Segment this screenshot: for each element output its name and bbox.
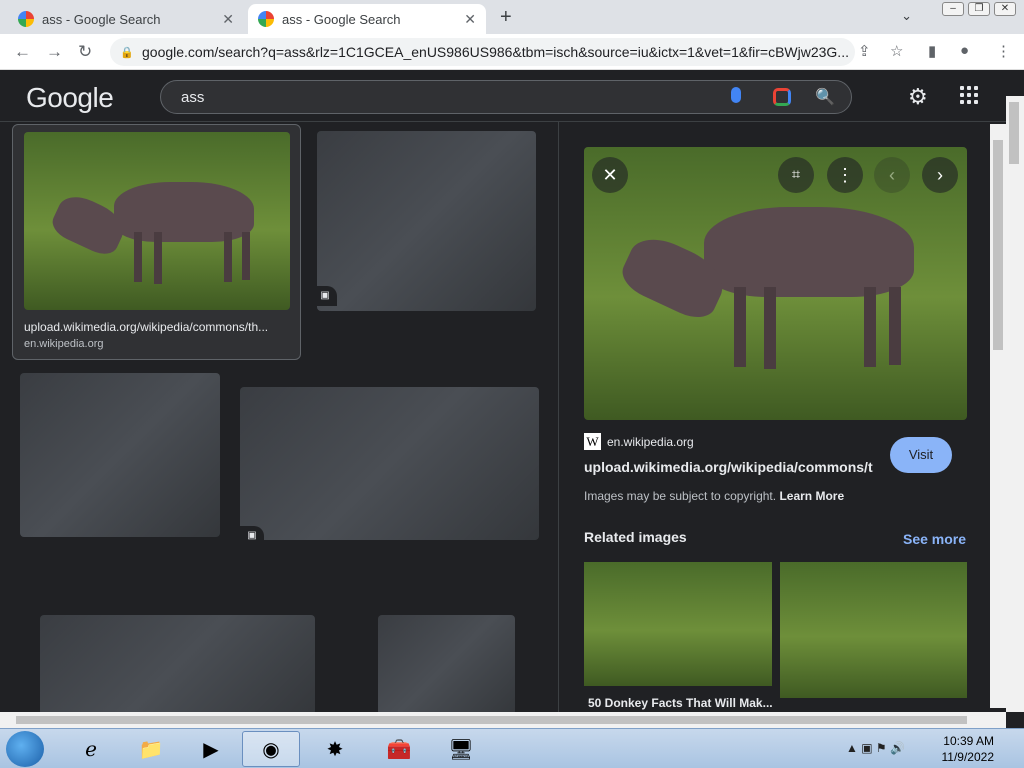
file-explorer-icon[interactable]: 📁 [122, 731, 180, 767]
visit-button[interactable]: Visit [890, 437, 952, 473]
result-caption[interactable]: upload.wikimedia.org/wikipedia/commons/t… [24, 320, 292, 334]
learn-more-link[interactable]: Learn More [779, 489, 844, 503]
toolbox-icon[interactable]: 🧰 [370, 731, 428, 767]
result-source[interactable]: en.wikipedia.org [24, 338, 104, 350]
google-favicon-icon [18, 11, 34, 27]
image-results-grid: upload.wikimedia.org/wikipedia/commons/t… [0, 122, 558, 712]
image-type-badge-icon: ▣ [240, 526, 264, 546]
volume-icon[interactable]: 🔊 [890, 741, 905, 755]
tab-title: ass - Google Search [42, 11, 161, 27]
minimize-icon[interactable]: – [942, 2, 964, 16]
search-input[interactable]: ass [181, 89, 204, 106]
browser-tab-2[interactable]: ass - Google Search ✕ [248, 4, 486, 34]
window-controls: – ❐ ✕ [942, 2, 1016, 16]
related-image-2[interactable] [780, 562, 967, 698]
preview-panel: ✕ ⌗ ⋮ ‹ › W en.wikipedia.org upload.wiki… [558, 122, 990, 712]
gear-icon[interactable]: ⚙ [908, 84, 928, 110]
side-panel-icon[interactable]: ▮ [928, 42, 936, 60]
clock-time: 10:39 AM [943, 734, 994, 748]
windows-taskbar: ℯ 📁 ▶ ◉ ✸ 🧰 🖥 ▲ ▣ ⚑ 🔊 10:39 AM 11/9/2022 [0, 728, 1024, 768]
new-tab-icon[interactable]: + [500, 6, 512, 29]
more-options-icon[interactable]: ⋮ [827, 157, 863, 193]
next-image-icon[interactable]: › [922, 157, 958, 193]
window-close-icon[interactable]: ✕ [994, 2, 1016, 16]
avast-icon[interactable]: ✸ [306, 731, 364, 767]
see-more-link[interactable]: See more [903, 531, 966, 547]
chrome-icon[interactable]: ◉ [242, 731, 300, 767]
system-clock[interactable]: 10:39 AM 11/9/2022 [942, 733, 995, 765]
horizontal-scrollbar[interactable] [0, 712, 1006, 728]
microphone-icon[interactable] [731, 87, 741, 103]
start-button[interactable] [6, 731, 44, 767]
browser-tab-1[interactable]: ass - Google Search ✕ [8, 4, 244, 34]
google-favicon-icon [258, 11, 274, 27]
related-image-caption[interactable]: 50 Donkey Facts That Will Mak... [588, 696, 773, 710]
previous-image-icon[interactable]: ‹ [874, 157, 910, 193]
tab-close-icon[interactable]: ✕ [464, 11, 476, 28]
result-thumbnail[interactable] [40, 615, 315, 712]
tab-strip: ass - Google Search ✕ ass - Google Searc… [0, 0, 1024, 34]
preview-title[interactable]: upload.wikimedia.org/wikipedia/commons/t [584, 459, 880, 475]
action-center-flag-icon[interactable]: ⚑ [876, 741, 887, 755]
reload-icon[interactable]: ↻ [78, 42, 92, 62]
result-thumbnail[interactable] [20, 373, 220, 537]
network-computer-icon[interactable]: 🖥 [432, 731, 490, 767]
lock-icon[interactable]: 🔒 [120, 46, 134, 59]
google-header: Google ass 🔍 ⚙ [0, 70, 1006, 122]
internet-explorer-icon[interactable]: ℯ [62, 731, 120, 767]
result-thumbnail[interactable] [240, 387, 539, 540]
result-thumbnail[interactable] [317, 131, 536, 311]
browser-menu-icon[interactable]: ⋮ [996, 42, 1011, 60]
preview-site[interactable]: en.wikipedia.org [607, 435, 694, 449]
related-images-heading: Related images [584, 529, 687, 545]
address-input[interactable]: google.com/search?q=ass&rlz=1C1GCEA_enUS… [110, 38, 855, 66]
system-tray: ▲ ▣ ⚑ 🔊 [846, 741, 905, 755]
show-hidden-icons-icon[interactable]: ▲ [846, 741, 858, 755]
tab-search-chevron-icon[interactable]: ⌄ [901, 8, 912, 24]
page-scrollbar[interactable] [1006, 96, 1024, 712]
close-icon[interactable]: ✕ [592, 157, 628, 193]
back-icon[interactable]: ← [14, 42, 31, 62]
maximize-icon[interactable]: ❐ [968, 2, 990, 16]
bookmark-star-icon[interactable]: ☆ [890, 42, 903, 60]
google-lens-icon[interactable] [773, 88, 791, 106]
share-icon[interactable]: ⇪ [858, 42, 871, 60]
search-inside-image-icon[interactable]: ⌗ [778, 157, 814, 193]
related-image-1[interactable] [584, 562, 772, 686]
search-box[interactable]: ass 🔍 [160, 80, 852, 114]
preview-scrollbar[interactable] [990, 124, 1006, 708]
image-type-badge-icon: ▣ [313, 286, 337, 306]
wikipedia-favicon-icon: W [584, 433, 601, 450]
network-icon[interactable]: ▣ [861, 741, 872, 755]
result-thumbnail[interactable] [24, 132, 290, 310]
clock-date: 11/9/2022 [941, 750, 995, 764]
forward-icon[interactable]: → [46, 42, 63, 62]
copyright-notice: Images may be subject to copyright. Lear… [584, 489, 844, 503]
google-logo[interactable]: Google [26, 82, 114, 114]
result-thumbnail[interactable] [378, 615, 515, 712]
apps-grid-icon[interactable] [960, 86, 978, 104]
search-icon[interactable]: 🔍 [815, 87, 835, 107]
tab-title: ass - Google Search [282, 11, 401, 27]
profile-avatar-icon[interactable]: ● [960, 42, 969, 59]
preview-image[interactable] [584, 147, 967, 420]
tab-close-icon[interactable]: ✕ [222, 11, 234, 28]
address-bar-row: ← → ↻ google.com/search?q=ass&rlz=1C1GCE… [0, 34, 1024, 70]
media-player-icon[interactable]: ▶ [182, 731, 240, 767]
copyright-text: Images may be subject to copyright. [584, 489, 777, 503]
